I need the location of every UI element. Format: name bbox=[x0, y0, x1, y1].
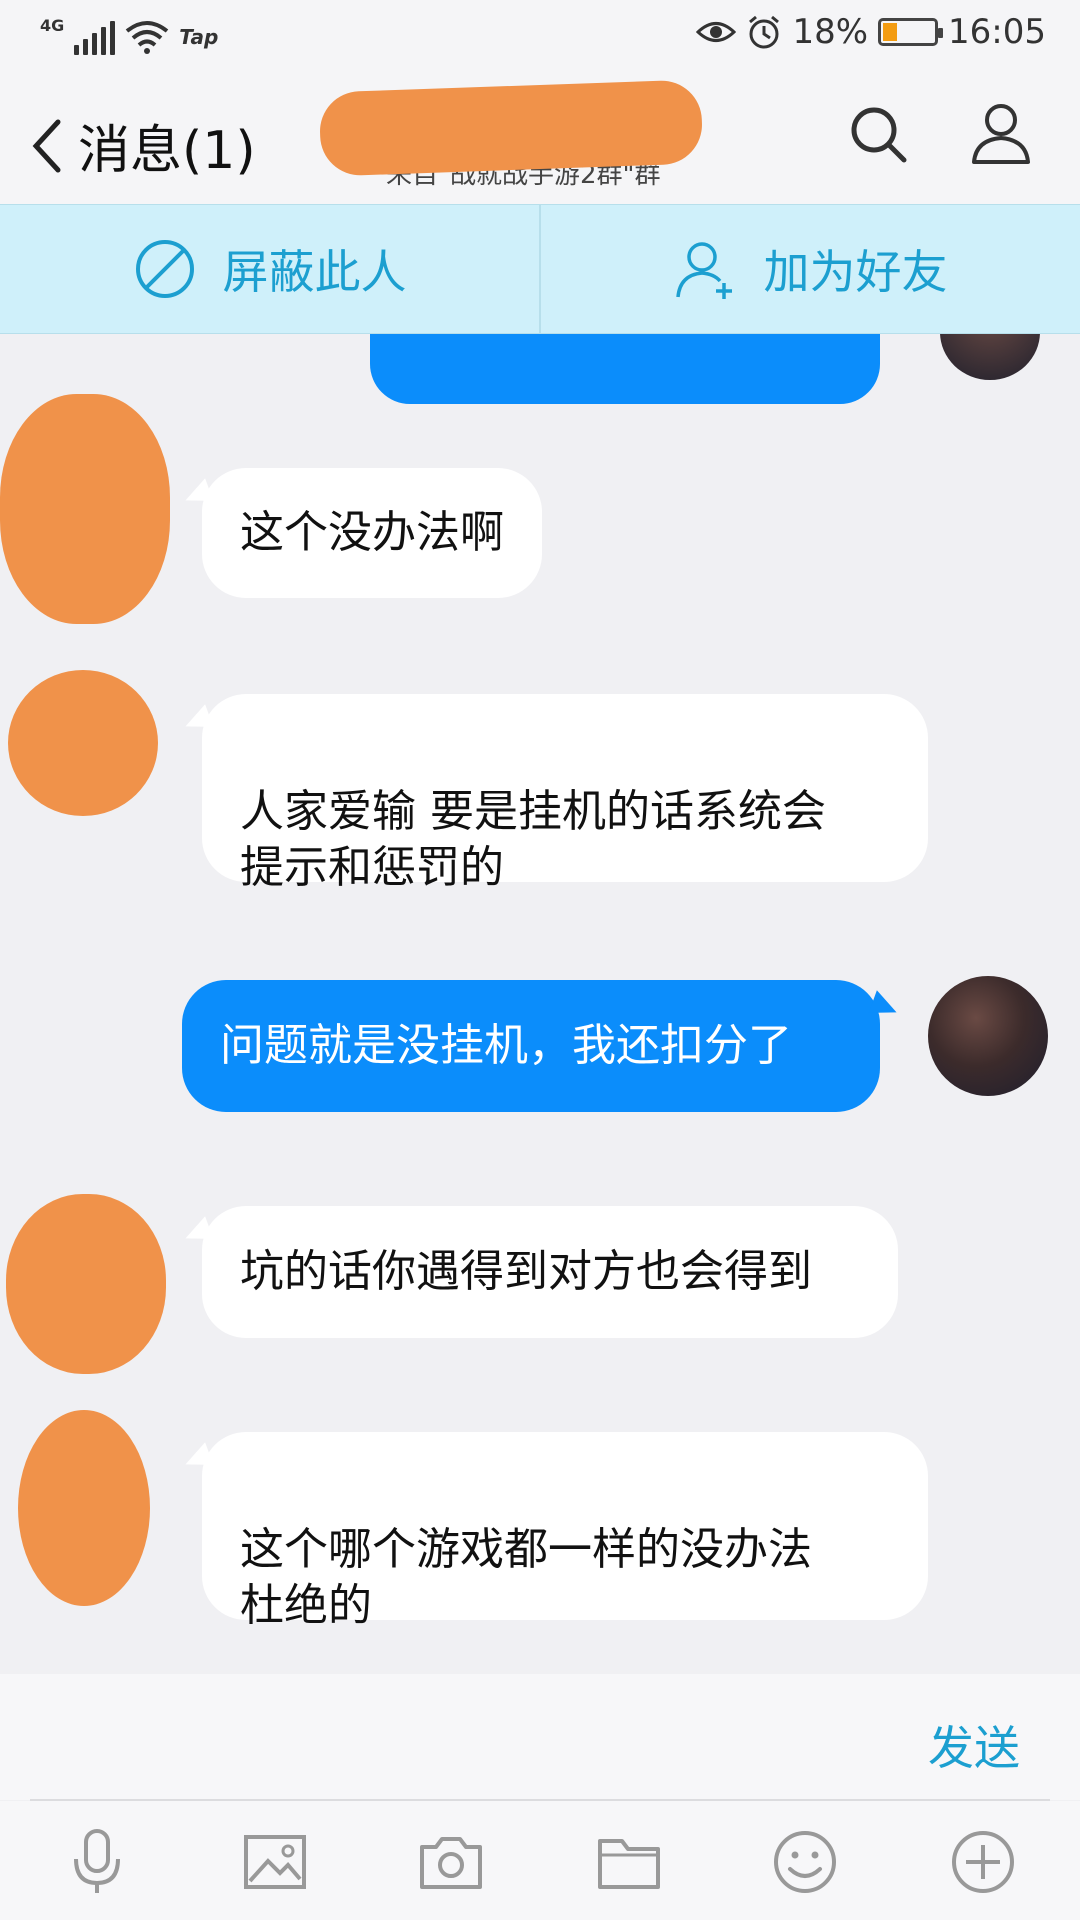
profile-icon[interactable] bbox=[968, 100, 1034, 166]
incoming-message[interactable]: 坑的话你遇得到对方也会得到 bbox=[202, 1206, 898, 1338]
self-avatar-partial bbox=[940, 334, 1040, 380]
eye-icon bbox=[696, 22, 737, 42]
wifi-icon bbox=[126, 21, 169, 54]
block-user-label: 屏蔽此人 bbox=[222, 245, 407, 299]
outgoing-bubble-partial bbox=[370, 334, 880, 404]
send-button[interactable]: 发送 bbox=[928, 1712, 1020, 1778]
status-bar: 4G Tap 18% 16:05 bbox=[0, 0, 1080, 70]
self-avatar[interactable] bbox=[928, 976, 1048, 1096]
redacted-contact-name bbox=[318, 79, 704, 177]
add-friend-label: 加为好友 bbox=[763, 245, 948, 299]
clock: 16:05 bbox=[948, 12, 1046, 52]
chat-header: 消息(1) 来自"战就战手游2群"群 bbox=[0, 70, 1080, 204]
outgoing-message[interactable]: 问题就是没挂机，我还扣分了 bbox=[182, 980, 880, 1112]
signal-icon bbox=[74, 21, 116, 55]
chevron-left-icon bbox=[32, 119, 61, 172]
add-user-icon bbox=[675, 242, 732, 299]
redacted-avatar[interactable] bbox=[6, 1194, 166, 1374]
stranger-action-bar: 屏蔽此人 加为好友 bbox=[0, 204, 1080, 334]
add-friend-button[interactable]: 加为好友 bbox=[539, 205, 1080, 333]
redacted-avatar[interactable] bbox=[8, 670, 158, 816]
message-input-area[interactable]: 发送 bbox=[0, 1674, 1080, 1800]
incoming-message[interactable]: 这个没办法啊 bbox=[202, 468, 542, 598]
tap-app-indicator: Tap bbox=[179, 25, 219, 49]
redacted-avatar[interactable] bbox=[18, 1410, 150, 1606]
redacted-avatar[interactable] bbox=[0, 394, 170, 624]
message-list[interactable]: 这个没办法啊 人家爱输 要是挂机的话系统会 提示和惩罚的 问题就是没挂机，我还扣… bbox=[0, 334, 1080, 1674]
image-icon[interactable] bbox=[240, 1827, 310, 1897]
network-type: 4G bbox=[40, 16, 65, 35]
page-title: 消息(1) bbox=[78, 121, 256, 181]
battery-icon bbox=[878, 18, 944, 46]
block-icon bbox=[135, 240, 194, 298]
microphone-icon[interactable] bbox=[62, 1827, 132, 1897]
incoming-message[interactable]: 这个哪个游戏都一样的没办法 杜绝的 bbox=[202, 1432, 928, 1631]
incoming-message[interactable]: 人家爱输 要是挂机的话系统会 提示和惩罚的 bbox=[202, 694, 928, 893]
block-user-button[interactable]: 屏蔽此人 bbox=[0, 205, 539, 333]
alarm-icon bbox=[749, 15, 780, 49]
emoji-icon[interactable] bbox=[770, 1827, 840, 1897]
back-button[interactable]: 消息(1) bbox=[30, 108, 256, 183]
battery-percent: 18% bbox=[792, 12, 869, 52]
search-icon[interactable] bbox=[848, 104, 908, 164]
camera-icon[interactable] bbox=[416, 1827, 486, 1897]
input-toolbar bbox=[0, 1801, 1080, 1920]
folder-icon[interactable] bbox=[594, 1827, 664, 1897]
plus-icon[interactable] bbox=[948, 1827, 1018, 1897]
